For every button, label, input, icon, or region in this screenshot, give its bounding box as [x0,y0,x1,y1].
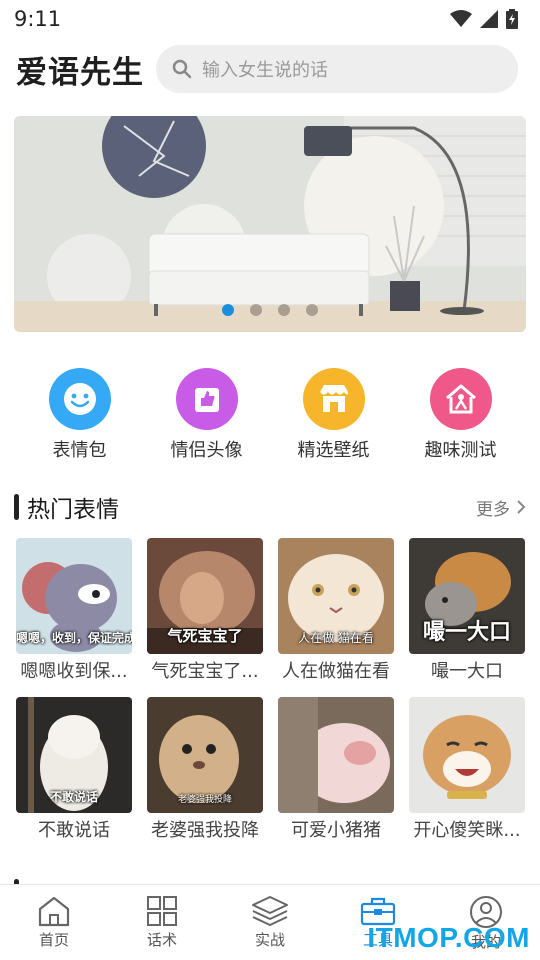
more-label: 更多 [476,499,510,520]
house-person-icon [429,368,492,430]
category-fun-test[interactable]: 趣味测试 [406,368,516,463]
sticker-title: 嗯嗯收到保... [20,661,128,682]
app-title: 爱语先生 [16,54,144,91]
sticker-caption: 老婆强我投降 [177,795,232,805]
sticker-caption: 不敢说话 [49,790,98,804]
sticker-card[interactable]: 气死宝宝了 气死宝宝了... [147,538,263,683]
category-label: 表情包 [52,440,107,461]
search-input[interactable]: 输入女生说的话 [156,45,518,93]
status-bar: 9:11 [0,0,540,38]
sticker-card[interactable]: 开心傻笑眯... [409,697,525,842]
smile-icon [48,368,111,430]
wifi-icon [450,10,472,27]
sticker-image: 气死宝宝了 [147,538,263,654]
section-title-wrap: 热门表情 [14,490,119,524]
sticker-card[interactable]: 人在做 猫在看 人在做猫在看 [278,538,394,683]
sticker-card[interactable]: 可爱小猪猪 [278,697,394,842]
banner-pagination [14,304,526,316]
nav-label: 首页 [38,931,69,949]
section-title: 热门表情 [27,497,119,523]
sticker-image: 不敢说话 [16,697,132,813]
category-label: 趣味测试 [424,440,497,461]
sticker-card[interactable]: 不敢说话 不敢说话 [16,697,132,842]
status-time: 9:11 [14,7,62,31]
sticker-title: 气死宝宝了... [151,661,259,682]
store-icon [302,368,365,430]
chevron-right-icon [517,500,526,514]
category-label: 情侣头像 [170,440,243,461]
search-icon [172,59,192,79]
banner-dot[interactable] [306,304,318,316]
watermark-logo: ITMOP.COM [367,922,530,953]
sticker-card[interactable]: 嗯嗯，收到，保证完成任务 嗯嗯收到保... [16,538,132,683]
sticker-grid: 嗯嗯，收到，保证完成任务 嗯嗯收到保... 气死宝宝了 气死宝宝了... 人在做… [16,538,528,842]
search-placeholder: 输入女生说的话 [202,60,328,81]
layers-icon [252,896,288,926]
nav-scripts[interactable]: 话术 [117,895,207,950]
more-link[interactable]: 更多 [476,495,526,520]
sticker-image: 人在做 猫在看 [278,538,394,654]
sticker-caption: 嘬一大口 [422,620,511,645]
sticker-image [409,697,525,813]
home-icon [38,896,70,927]
section-marker [14,494,19,520]
sticker-image [278,697,394,813]
hot-stickers-header: 热门表情 更多 [14,490,526,524]
grid-icon [147,896,177,926]
signal-icon [480,10,498,28]
sticker-title: 可爱小猪猪 [291,820,381,841]
sticker-caption: 气死宝宝了 [167,627,243,645]
nav-practice[interactable]: 实战 [225,895,315,950]
nav-label: 话术 [146,931,177,949]
status-icons [450,9,518,29]
nav-label: 实战 [254,931,285,949]
sticker-card[interactable]: 老婆强我投降 老婆强我投降 [147,697,263,842]
sticker-title: 老婆强我投降 [151,820,259,841]
category-row: 表情包 情侣头像 精选壁纸 趣味测试 [0,368,540,463]
sticker-image: 嘬一大口 [409,538,525,654]
category-label: 精选壁纸 [297,440,370,461]
banner-dot-active[interactable] [222,304,234,316]
category-wallpaper[interactable]: 精选壁纸 [279,368,389,463]
sticker-card[interactable]: 嘬一大口 嘬一大口 [409,538,525,683]
sticker-image: 嗯嗯，收到，保证完成任务 [16,538,132,654]
banner-dot[interactable] [250,304,262,316]
category-couple-avatar[interactable]: 情侣头像 [152,368,262,463]
thumbs-up-icon [175,368,238,430]
sticker-title: 嘬一大口 [431,661,503,682]
banner-dot[interactable] [278,304,290,316]
battery-icon [506,9,518,29]
header: 爱语先生 输入女生说的话 [0,44,540,94]
sticker-image: 老婆强我投降 [147,697,263,813]
sticker-caption: 嗯嗯，收到，保证完成任务 [16,631,132,645]
sticker-title: 开心傻笑眯... [413,820,521,841]
sticker-title: 不敢说话 [38,820,110,841]
banner-carousel[interactable] [14,116,526,332]
sticker-title: 人在做猫在看 [282,661,390,682]
category-emoji-pack[interactable]: 表情包 [25,368,135,463]
banner-image [14,116,526,332]
nav-home[interactable]: 首页 [9,895,99,950]
sticker-caption: 人在做 猫在看 [298,631,374,645]
